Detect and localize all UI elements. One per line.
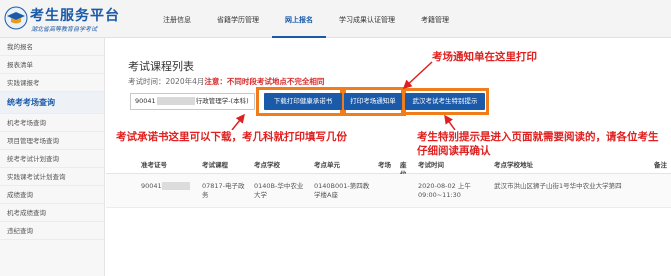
table-header: 准考证号 考试课程 考点学校 考点单元 考场 座位号 考试时间 考点学校地址 备… — [106, 156, 671, 187]
table-row: 90041 07817-电子政务 0140B-华中农业大学 0140B001-第… — [106, 174, 671, 208]
col-ticket: 准考证号 — [141, 161, 167, 169]
col-address: 考点学校地址 — [494, 161, 533, 169]
sidebar-group-exam-room-query[interactable]: 统考考场查询 — [0, 92, 104, 114]
sidebar-item-computer-score-query[interactable]: 机考成绩查询 — [0, 204, 104, 222]
graduation-cap-logo-icon — [4, 6, 28, 30]
nav-registry-management[interactable]: 省籍学历管理 — [204, 0, 272, 38]
download-health-pledge-button[interactable]: 下载打印健康承诺书 — [264, 93, 342, 110]
annotation-admit-notice: 考场通知单在这里打印 — [432, 51, 537, 63]
cell-ticket: 90041 — [141, 182, 190, 191]
sidebar-item-score-query[interactable]: 成绩查询 — [0, 186, 104, 204]
annotation-pledge: 考试承诺书这里可以下载，考几科就打印填写几份 — [116, 130, 376, 144]
cell-unit: 0140B001-第四教学楼A座 — [314, 182, 370, 199]
print-admission-notice-button[interactable]: 打印考场通知单 — [344, 93, 402, 110]
cell-school: 0140B-华中农业大学 — [254, 182, 304, 199]
sidebar-item-my-registration[interactable]: 我的报名 — [0, 38, 104, 56]
annotation-special-notice: 考生特别提示是进入页面就需要阅读的，请各位考生仔细阅读再确认 — [417, 130, 667, 158]
col-time: 考试时间 — [418, 161, 444, 169]
exam-time-note: 注意：不同时段考试地点不完全相同 — [204, 77, 325, 86]
nav-online-registration[interactable]: 网上报名 — [272, 0, 326, 38]
col-unit: 考点单元 — [314, 161, 340, 169]
sidebar-item-computer-exam-room[interactable]: 机考考场查询 — [0, 114, 104, 132]
sidebar-item-report-list[interactable]: 报表清单 — [0, 56, 104, 74]
exam-time-label: 考试时间： — [128, 77, 166, 86]
brand-title: 考生服务平台 — [30, 8, 120, 24]
nav-credit-certification[interactable]: 学习成果认证管理 — [326, 0, 408, 38]
cell-time: 2020-08-02 上午 09:00~11:30 — [418, 182, 471, 199]
sidebar-item-project-exam-room[interactable]: 项目管理考场查询 — [0, 132, 104, 150]
sidebar-item-practice-course[interactable]: 实践课报考 — [0, 74, 104, 92]
brand-subtitle: 湖北省高等教育自学考试 — [31, 26, 98, 33]
top-header: 考生服务平台 湖北省高等教育自学考试 注册信息 省籍学历管理 网上报名 学习成果… — [0, 0, 671, 38]
exam-time-value: 2020年4月 — [165, 77, 205, 86]
exam-table: 准考证号 考试课程 考点学校 考点单元 考场 座位号 考试时间 考点学校地址 备… — [106, 156, 671, 208]
exam-time-line: 考试时间：2020年4月注意：不同时段考试地点不完全相同 — [128, 76, 324, 87]
cell-course: 07817-电子政务 — [202, 182, 245, 199]
program-code: 90041 — [135, 97, 156, 105]
col-remark: 备注 — [654, 161, 667, 169]
page: 考生服务平台 湖北省高等教育自学考试 注册信息 省籍学历管理 网上报名 学习成果… — [0, 0, 671, 276]
nav-exam-records[interactable]: 考籍管理 — [408, 0, 462, 38]
col-room: 考场 — [378, 161, 391, 169]
cell-address: 武汉市洪山区狮子山街1号华中农业大学第四 — [494, 182, 622, 190]
col-school: 考点学校 — [254, 161, 280, 169]
page-title: 考试课程列表 — [128, 60, 194, 73]
sidebar: 我的报名 报表清单 实践课报考 统考考场查询 机考考场查询 项目管理考场查询 统… — [0, 38, 105, 276]
sidebar-item-violation-query[interactable]: 违纪查询 — [0, 222, 104, 240]
top-nav: 注册信息 省籍学历管理 网上报名 学习成果认证管理 考籍管理 — [150, 0, 462, 38]
wuhan-special-notice-button[interactable]: 武汉考试考生特别提示 — [405, 93, 485, 110]
redacted-mask — [156, 97, 195, 105]
program-select[interactable]: 90041 行政管理学-(本科) — [130, 93, 255, 110]
col-course: 考试课程 — [202, 161, 228, 169]
nav-register-info[interactable]: 注册信息 — [150, 0, 204, 38]
sidebar-item-practice-exam-plan[interactable]: 实践课考试计划查询 — [0, 168, 104, 186]
program-name: 行政管理学-(本科) — [195, 97, 249, 105]
sidebar-item-unified-exam-plan[interactable]: 统考考试计划查询 — [0, 150, 104, 168]
